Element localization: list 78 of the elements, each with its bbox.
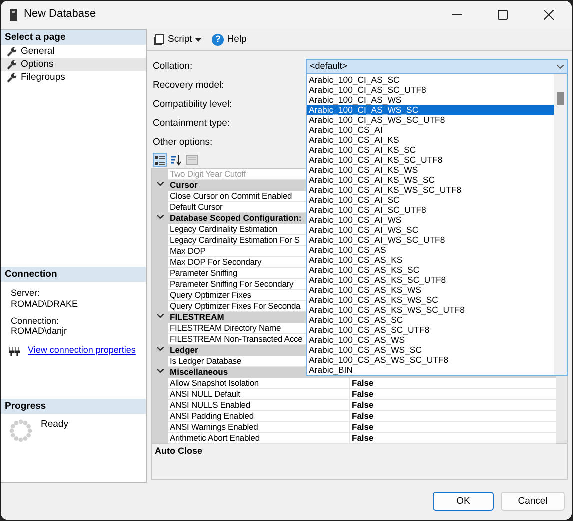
- category-label: Cursor: [170, 180, 198, 190]
- wrench-icon: [7, 72, 17, 82]
- category-label: Database Scoped Configuration:: [170, 213, 302, 223]
- window-title: New Database: [24, 8, 96, 22]
- dropdown-option[interactable]: Arabic_100_CS_AI_KS_SC: [307, 145, 554, 155]
- property-name: ANSI Warnings Enabled: [168, 422, 350, 433]
- categorized-button[interactable]: [153, 153, 167, 167]
- chevron-icon[interactable]: [156, 314, 164, 321]
- script-button[interactable]: Script: [153, 34, 202, 46]
- dropdown-option[interactable]: Arabic_100_CS_AI: [307, 125, 554, 135]
- caret-icon: [195, 38, 202, 42]
- spinner-icon: [9, 419, 33, 443]
- page-item[interactable]: Options: [1, 58, 146, 71]
- property-value: False: [350, 411, 556, 422]
- plug-icon: [9, 346, 20, 356]
- database-icon: [9, 9, 18, 21]
- category-label: Miscellaneous: [170, 367, 228, 377]
- ok-button[interactable]: OK: [433, 492, 494, 511]
- field-label: Compatibility level:: [152, 98, 234, 110]
- connection-properties-link[interactable]: View connection properties: [28, 345, 136, 356]
- property-name: ANSI NULLS Enabled: [168, 400, 350, 411]
- section-header: Connection: [1, 267, 146, 282]
- maximize-icon: [498, 10, 508, 20]
- categorized-icon: [155, 154, 165, 166]
- chevron-icon[interactable]: [156, 347, 164, 354]
- field-label: Containment type:: [152, 118, 232, 130]
- dropdown-option[interactable]: Arabic_BIN: [307, 365, 554, 375]
- property-pages-icon: [186, 154, 198, 166]
- property-value: False: [350, 389, 556, 400]
- scrollbar-thumb[interactable]: [557, 92, 564, 105]
- property-value: False: [350, 400, 556, 411]
- section-header: Progress: [1, 399, 146, 414]
- property-name: Arithmetic Abort Enabled: [168, 433, 350, 444]
- progress-status: Ready: [41, 419, 68, 432]
- chevron-icon[interactable]: [156, 182, 164, 189]
- field-label: Collation:: [152, 60, 194, 72]
- connection-name: ROMAD\danjr: [10, 326, 68, 338]
- property-value: False: [350, 422, 556, 433]
- property-name: ANSI NULL Default: [168, 389, 350, 400]
- dropdown-option[interactable]: Arabic_100_CI_AS_SC_UTF8: [307, 85, 554, 95]
- dropdown-option[interactable]: Arabic_100_CS_AI_KS_SC_UTF8: [307, 155, 554, 165]
- section-header: Select a page: [1, 30, 146, 45]
- close-icon: [544, 10, 554, 20]
- field-label: Recovery model:: [152, 80, 226, 92]
- dropdown-option[interactable]: Arabic_100_CS_AS_WS_SC: [307, 345, 554, 355]
- property-value: False: [350, 378, 556, 389]
- dropdown-option[interactable]: Arabic_100_CS_AI_WS: [307, 215, 554, 225]
- dropdown-option[interactable]: Arabic_100_CS_AS_SC: [307, 315, 554, 325]
- dropdown-option[interactable]: Arabic_100_CI_AS_WS: [307, 95, 554, 105]
- dropdown-option[interactable]: Arabic_100_CI_AS_WS_SC: [307, 105, 554, 115]
- dropdown-option[interactable]: Arabic_100_CI_AS_WS_SC_UTF8: [307, 115, 554, 125]
- cancel-button[interactable]: Cancel: [501, 492, 565, 511]
- property-name: Allow Snapshot Isolation: [168, 378, 350, 389]
- category-label: Ledger: [170, 345, 198, 355]
- description-title: Auto Close: [151, 444, 568, 480]
- chevron-icon[interactable]: [156, 369, 164, 376]
- category-label: FILESTREAM: [170, 312, 224, 322]
- sort-button[interactable]: [169, 153, 183, 167]
- collation-value: <default>: [310, 61, 348, 72]
- connection-label: Connection:: [10, 316, 60, 326]
- dropdown-option[interactable]: Arabic_100_CI_AS_SC: [307, 75, 554, 85]
- property-name: ANSI Padding Enabled: [168, 411, 350, 422]
- dropdown-option[interactable]: Arabic_100_CS_AI_KS: [307, 135, 554, 145]
- script-icon: [153, 34, 165, 46]
- wrench-icon: [7, 60, 17, 70]
- server-label: Server:: [10, 288, 42, 299]
- field-label: Other options:: [152, 136, 214, 148]
- help-button[interactable]: ? Help: [212, 34, 247, 46]
- page-item[interactable]: General: [1, 45, 146, 58]
- chevron-icon[interactable]: [156, 215, 164, 222]
- wrench-icon: [7, 46, 17, 56]
- property-value: False: [350, 433, 556, 444]
- sort-icon: [170, 154, 182, 166]
- scrollbar[interactable]: [554, 74, 567, 375]
- server-name: ROMAD\DRAKE: [10, 298, 80, 310]
- help-icon: ?: [212, 34, 224, 46]
- chevron-icon: [557, 64, 564, 68]
- page-item[interactable]: Filegroups: [1, 71, 146, 84]
